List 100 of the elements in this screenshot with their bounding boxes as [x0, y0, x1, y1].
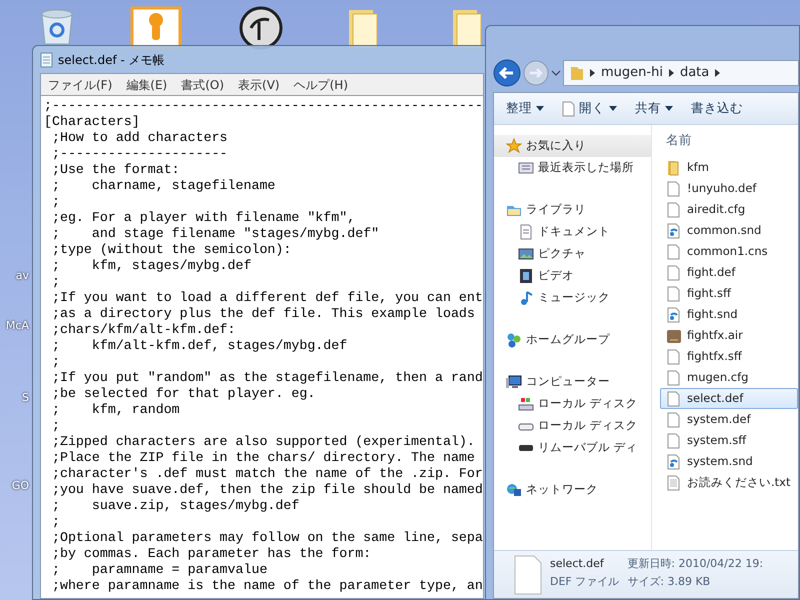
file-item[interactable]: airedit.cfg: [660, 199, 798, 220]
file-item[interactable]: select.def: [660, 388, 798, 409]
breadcrumb-item[interactable]: data: [680, 63, 710, 83]
text-line: ;by commas. Each parameter has the form:: [50, 546, 372, 562]
text-line: ;: [50, 354, 60, 370]
file-item[interactable]: system.snd: [660, 451, 798, 472]
text-line: ;Optional parameters may follow on the same line, sepa: [50, 530, 483, 546]
desktop-icon-label: GO: [10, 478, 29, 494]
sound-file-icon: [666, 306, 682, 322]
sound-file-icon: [666, 454, 682, 470]
back-icon[interactable]: [493, 59, 521, 87]
column-header[interactable]: 名前: [666, 125, 798, 155]
file-item[interactable]: fightfx.sff: [660, 346, 798, 367]
text-line: ;If you want to load a different def file, you can ent: [50, 290, 483, 306]
menu-item[interactable]: ファイル(F): [41, 76, 120, 94]
text-line: ; kfm, random: [50, 402, 180, 418]
chevron-icon: [590, 69, 595, 77]
windisk-icon: [518, 396, 534, 412]
document-icon: [562, 100, 575, 116]
file-icon: [666, 244, 682, 260]
text-line: ; paramname = paramvalue: [50, 562, 268, 578]
nav-item[interactable]: ミュージック: [494, 287, 651, 309]
nav-item[interactable]: コンピューター: [494, 371, 651, 393]
notepad-icon: [40, 52, 53, 68]
computer-icon: [506, 374, 522, 390]
breadcrumb-item[interactable]: mugen-hi: [601, 63, 663, 83]
recent-icon: [518, 160, 534, 176]
text-line: ;: [50, 418, 60, 434]
text-line: ;chars/kfm/alt-kfm.def:: [50, 322, 236, 338]
menu-item[interactable]: 書式(O): [174, 76, 232, 94]
chevron-icon: [715, 69, 720, 77]
file-item[interactable]: fight.def: [660, 262, 798, 283]
address-bar[interactable]: mugen-hi data: [563, 60, 799, 86]
nav-item[interactable]: ビデオ: [494, 265, 651, 287]
file-item[interactable]: common.snd: [660, 220, 798, 241]
file-icon: [666, 348, 682, 364]
toolbar-button[interactable]: 整理: [504, 97, 546, 120]
text-line: ;you have suave.def, then the zip file should be named: [50, 482, 483, 498]
file-icon: [666, 264, 682, 280]
toolbar-button[interactable]: 共有: [633, 97, 675, 120]
file-item[interactable]: kfm: [660, 157, 798, 178]
text-line: ; kfm/alt-kfm.def, stages/mybg.def: [50, 338, 348, 354]
nav-item[interactable]: ネットワーク: [494, 479, 651, 501]
package-icon: [666, 328, 682, 344]
file-item[interactable]: system.def: [660, 409, 798, 430]
nav-item[interactable]: ピクチャ: [494, 243, 651, 265]
text-line: ;: [50, 514, 60, 530]
desktop-icon-label: av: [14, 268, 29, 284]
text-line: ;character's .def must match the name of the .zip. For: [50, 466, 483, 482]
file-item[interactable]: mugen.cfg: [660, 367, 798, 388]
document-icon: [518, 224, 534, 240]
file-item[interactable]: fight.sff: [660, 283, 798, 304]
file-item[interactable]: お読みください.txt: [660, 472, 798, 493]
file-icon: [666, 202, 682, 218]
file-name: select.def: [550, 556, 605, 572]
text-line: ;: [50, 194, 60, 210]
file-icon: [666, 286, 682, 302]
file-item[interactable]: system.sff: [660, 430, 798, 451]
modified-date: 更新日時: 2010/04/22 19:: [627, 556, 764, 572]
nav-item[interactable]: お気に入り: [494, 135, 651, 157]
text-line: ;------------------------------------------------------: [44, 98, 483, 114]
text-line: ;type (without the semicolon):: [50, 242, 292, 258]
text-line: ; and stage filename "stages/mybg.def": [50, 226, 380, 242]
text-line: ;How to add characters: [50, 130, 228, 146]
network-icon: [506, 482, 522, 498]
text-line: ; suave.zip, stages/mybg.def: [50, 498, 300, 514]
sound-file-icon: [666, 222, 682, 238]
dropdown-icon[interactable]: [551, 69, 561, 77]
desktop-icon-label: S: [21, 390, 29, 406]
menu-item[interactable]: ヘルプ(H): [286, 76, 355, 94]
video-icon: [518, 268, 534, 284]
nav-item[interactable]: 最近表示した場所: [494, 157, 651, 179]
file-icon: [666, 370, 682, 386]
file-type: DEF ファイル: [550, 574, 620, 590]
music-icon: [518, 290, 534, 306]
star-icon: [506, 138, 522, 154]
text-line: ;Zipped characters are also supported (experimental).: [50, 434, 475, 450]
nav-item[interactable]: ローカル ディスク: [494, 393, 651, 415]
homegroup-icon: [506, 332, 522, 348]
menu-item[interactable]: 表示(V): [231, 76, 287, 94]
desktop-icon-label: McA: [4, 318, 29, 334]
file-item[interactable]: fightfx.air: [660, 325, 798, 346]
toolbar-button[interactable]: 開く: [560, 97, 619, 120]
folder-icon: [570, 65, 584, 81]
nav-item[interactable]: ドキュメント: [494, 221, 651, 243]
toolbar-button[interactable]: 書き込む: [689, 97, 745, 120]
file-item[interactable]: fight.snd: [660, 304, 798, 325]
text-line: ;where paramname is the name of the parameter type, an: [50, 578, 483, 594]
file-item[interactable]: common1.cns: [660, 241, 798, 262]
file-icon: [666, 432, 682, 448]
text-line: ; charname, stagefilename: [50, 178, 276, 194]
file-item[interactable]: !unyuho.def: [660, 178, 798, 199]
nav-item[interactable]: ライブラリ: [494, 199, 651, 221]
menu-item[interactable]: 編集(E): [119, 76, 174, 94]
text-line: [Characters]: [44, 114, 140, 130]
text-line: ;If you put "random" as the stagefilename, then a rand: [50, 370, 483, 386]
nav-item[interactable]: リムーバブル ディ: [494, 437, 651, 459]
nav-item[interactable]: ホームグループ: [494, 329, 651, 351]
nav-item[interactable]: ローカル ディスク: [494, 415, 651, 437]
file-icon: [666, 412, 682, 428]
